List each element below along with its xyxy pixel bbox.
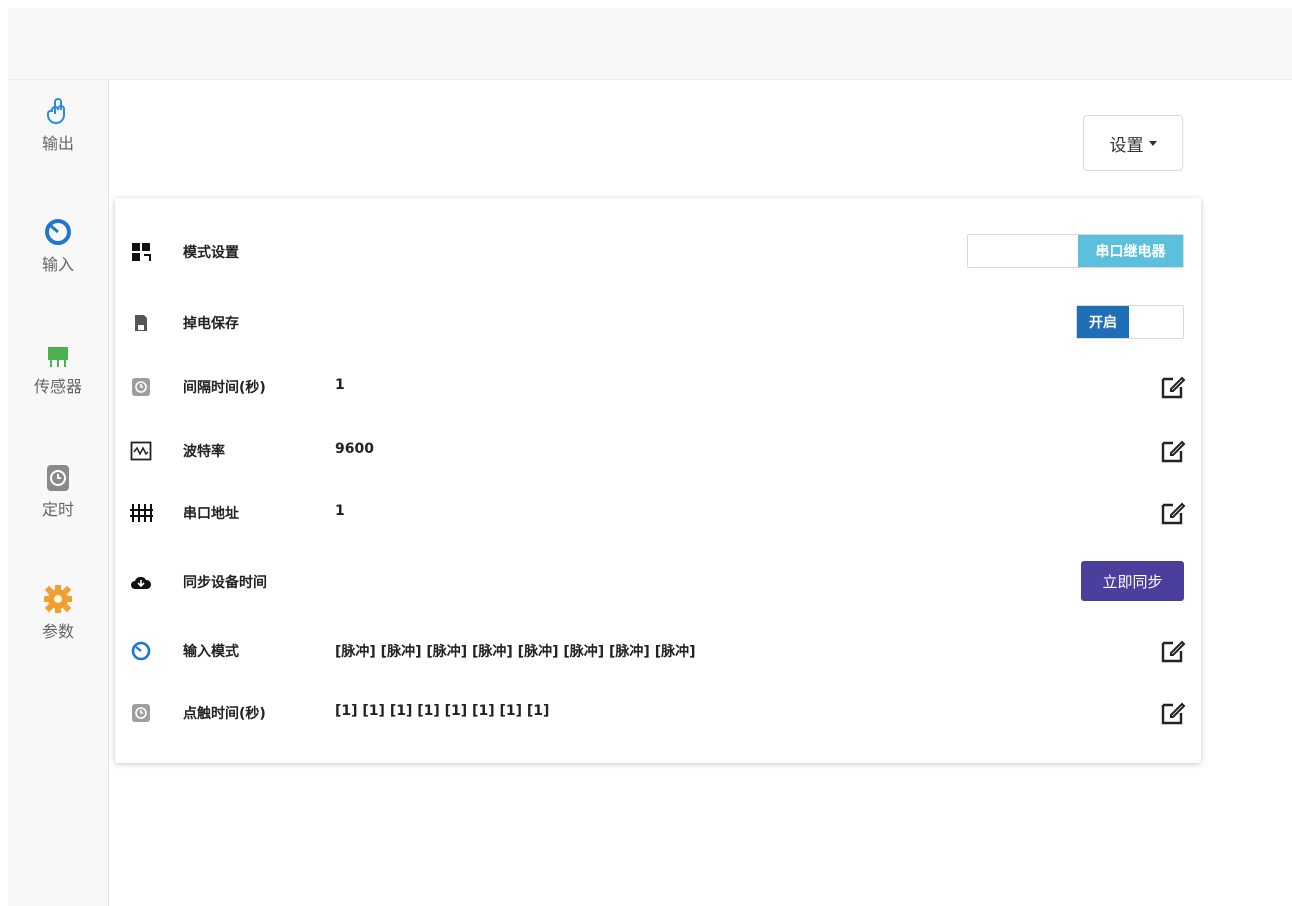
sidebar-item-label: 传感器 [33, 377, 82, 396]
row-label: 波特率 [183, 444, 225, 460]
sidebar-item-sensor[interactable]: 传感器 [8, 335, 108, 415]
gear-icon [43, 580, 73, 614]
sidebar-item-label: 输出 [41, 134, 74, 153]
top-bar [8, 8, 1292, 80]
jog-time-row: 点触时间(秒) [1] [1] [1] [1] [1] [1] [1] [1] [115, 692, 1201, 732]
timer-icon [43, 458, 73, 492]
sidebar-item-label: 定时 [41, 500, 74, 519]
settings-card: 模式设置 串口继电器 掉电保存 开启 间隔时间(秒) 1 波特率 9600 串口… [115, 198, 1201, 763]
serial-address-value: 1 [335, 503, 345, 519]
edit-icon[interactable] [1160, 700, 1186, 726]
sidebar-item-label: 参数 [41, 622, 74, 641]
waveform-icon [129, 440, 153, 462]
row-label: 同步设备时间 [183, 575, 267, 591]
input-mode-row: 输入模式 [脉冲] [脉冲] [脉冲] [脉冲] [脉冲] [脉冲] [脉冲] … [115, 630, 1201, 670]
power-save-row: 掉电保存 [115, 302, 1201, 342]
mode-icon [129, 241, 153, 263]
touch-icon [43, 92, 73, 126]
row-label: 模式设置 [183, 245, 239, 261]
row-label: 掉电保存 [183, 316, 239, 332]
settings-label: 设置 [1109, 135, 1144, 156]
sidebar: 输出 输入 传感器 定时 参数 [8, 80, 109, 906]
sync-time-row: 同步设备时间 [115, 561, 1201, 601]
mode-switch[interactable]: 串口继电器 [967, 234, 1184, 268]
sensor-icon [43, 335, 73, 369]
row-label: 串口地址 [183, 506, 239, 522]
input-mode-value: [脉冲] [脉冲] [脉冲] [脉冲] [脉冲] [脉冲] [脉冲] [脉冲] [335, 644, 696, 660]
settings-dropdown-button[interactable]: 设置 [1083, 115, 1183, 171]
power-save-toggle[interactable]: 开启 [1076, 305, 1184, 339]
input-ring-icon [43, 213, 73, 247]
row-label: 点触时间(秒) [183, 706, 266, 722]
edit-icon[interactable] [1160, 638, 1186, 664]
edit-icon[interactable] [1160, 438, 1186, 464]
input-ring-icon [129, 640, 153, 662]
sync-now-button[interactable]: 立即同步 [1081, 561, 1184, 601]
mode-selected-label: 串口继电器 [1078, 235, 1183, 267]
sidebar-item-output[interactable]: 输出 [8, 92, 108, 172]
edit-icon[interactable] [1160, 500, 1186, 526]
baud-rate-value: 9600 [335, 441, 374, 457]
caret-down-icon [1148, 140, 1157, 146]
sidebar-item-timer[interactable]: 定时 [8, 458, 108, 538]
sliders-icon [129, 502, 153, 524]
interval-value: 1 [335, 377, 345, 393]
save-icon [129, 312, 153, 334]
sidebar-item-input[interactable]: 输入 [8, 213, 108, 293]
sidebar-item-label: 输入 [41, 255, 74, 274]
cloud-icon [129, 571, 153, 593]
power-save-state-label: 开启 [1077, 306, 1129, 338]
sidebar-item-params[interactable]: 参数 [8, 580, 108, 660]
baud-rate-row: 波特率 9600 [115, 430, 1201, 470]
timer-icon [129, 376, 153, 398]
interval-row: 间隔时间(秒) 1 [115, 366, 1201, 406]
edit-icon[interactable] [1160, 374, 1186, 400]
jog-time-value: [1] [1] [1] [1] [1] [1] [1] [1] [335, 703, 550, 719]
timer-icon [129, 702, 153, 724]
row-label: 输入模式 [183, 644, 239, 660]
row-label: 间隔时间(秒) [183, 380, 266, 396]
serial-address-row: 串口地址 1 [115, 492, 1201, 532]
